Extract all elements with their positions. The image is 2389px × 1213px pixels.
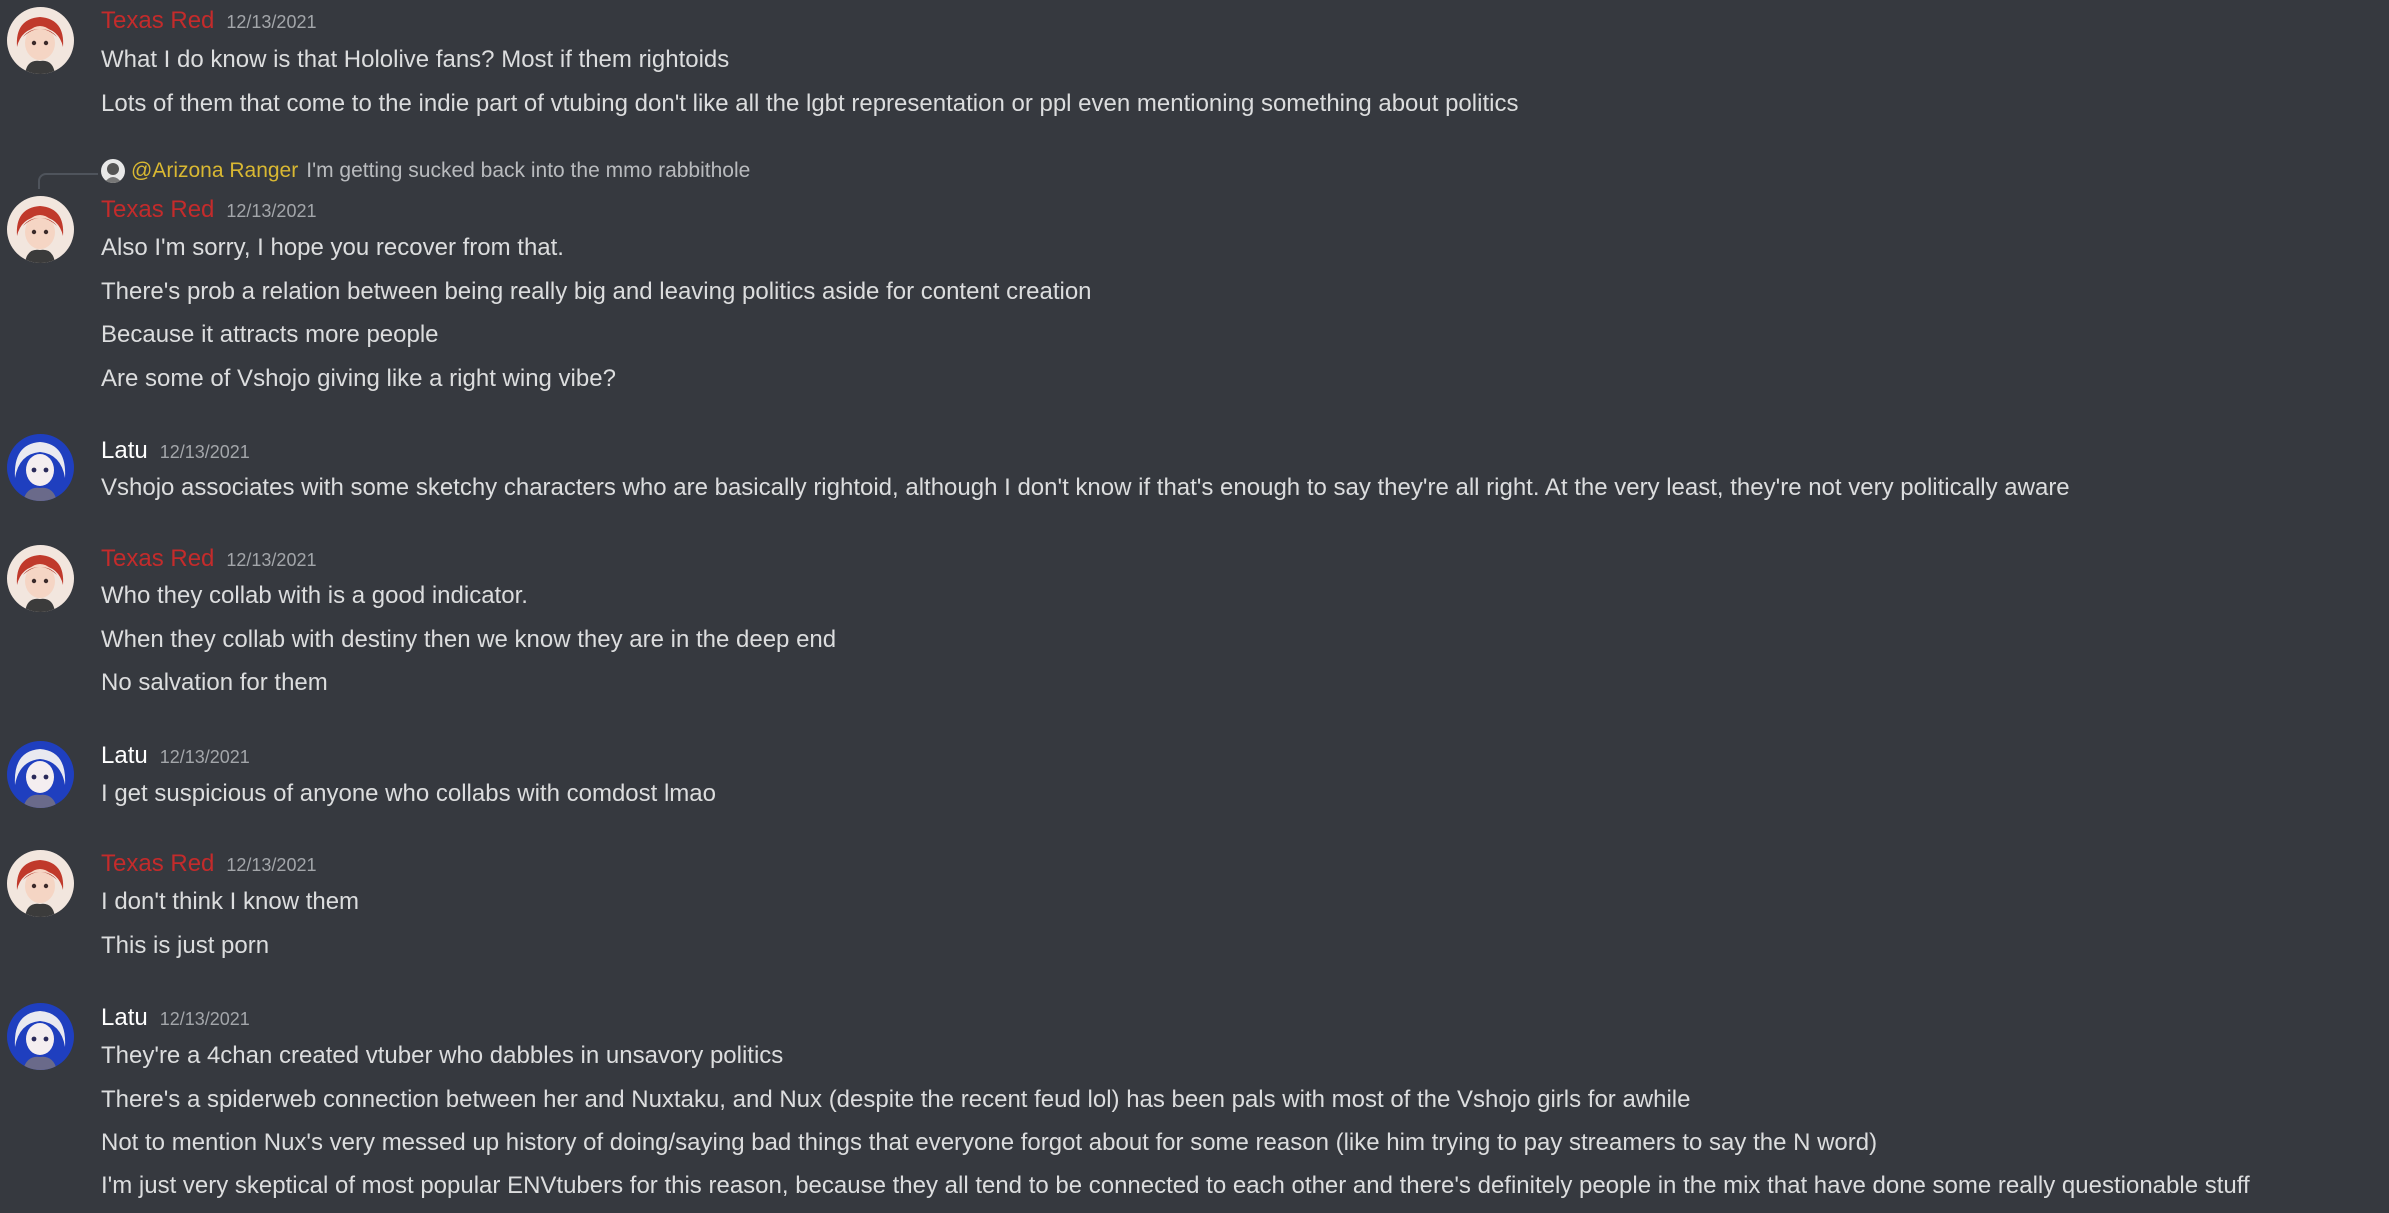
username[interactable]: Texas Red: [101, 545, 214, 572]
message-line: Are some of Vshojo giving like a right w…: [101, 365, 616, 392]
timestamp: 12/13/2021: [226, 201, 317, 221]
message-line: Lots of them that come to the indie part…: [101, 90, 1519, 117]
chat-message-list: Texas Red 12/13/2021 What I do know is th…: [0, 0, 2389, 1213]
message-line: There's prob a relation between being re…: [101, 278, 1092, 305]
message-line: I don't think I know them: [101, 888, 360, 915]
message-line: This is just porn: [101, 932, 270, 959]
ranger-avatar-icon: [101, 159, 125, 184]
timestamp: 12/13/2021: [226, 550, 317, 570]
username[interactable]: Texas Red: [101, 7, 214, 34]
message-line: There's a spiderweb connection between h…: [101, 1086, 1691, 1113]
reply-preview[interactable]: @Arizona Ranger I'm getting sucked back i…: [101, 158, 750, 184]
message-line: No salvation for them: [101, 669, 328, 696]
username[interactable]: Latu: [101, 437, 148, 464]
message-line: Because it attracts more people: [101, 321, 439, 348]
username[interactable]: Latu: [101, 1004, 148, 1031]
red-haired-avatar-icon[interactable]: [7, 545, 74, 612]
latu-avatar-icon[interactable]: [7, 1003, 74, 1070]
latu-avatar-icon[interactable]: [7, 741, 74, 808]
timestamp: 12/13/2021: [159, 1009, 250, 1029]
message-line: What I do know is that Hololive fans? Mo…: [101, 46, 730, 73]
message-line: Vshojo associates with some sketchy char…: [101, 474, 2070, 501]
reply-text: I'm getting sucked back into the mmo rab…: [306, 159, 751, 182]
red-haired-avatar-icon[interactable]: [7, 7, 74, 74]
username[interactable]: Latu: [101, 742, 148, 769]
red-haired-avatar-icon[interactable]: [7, 196, 74, 263]
message-line: Also I'm sorry, I hope you recover from …: [101, 234, 564, 261]
message-line: I get suspicious of anyone who collabs w…: [101, 780, 716, 807]
timestamp: 12/13/2021: [159, 747, 250, 767]
username[interactable]: Texas Red: [101, 850, 214, 877]
username[interactable]: Texas Red: [101, 196, 214, 223]
reply-spine: [38, 173, 98, 189]
red-haired-avatar-icon[interactable]: [7, 850, 74, 917]
message-line: Not to mention Nux's very messed up hist…: [101, 1129, 1878, 1156]
message-line: When they collab with destiny then we kn…: [101, 626, 837, 653]
latu-avatar-icon[interactable]: [7, 434, 74, 501]
reply-mention[interactable]: @Arizona Ranger: [131, 159, 298, 182]
timestamp: 12/13/2021: [159, 442, 250, 462]
timestamp: 12/13/2021: [226, 855, 317, 875]
timestamp: 12/13/2021: [226, 12, 317, 32]
message-line: I'm just very skeptical of most popular …: [101, 1172, 2250, 1199]
message-line: They're a 4chan created vtuber who dabbl…: [101, 1042, 784, 1069]
message-line: Who they collab with is a good indicator…: [101, 582, 528, 609]
